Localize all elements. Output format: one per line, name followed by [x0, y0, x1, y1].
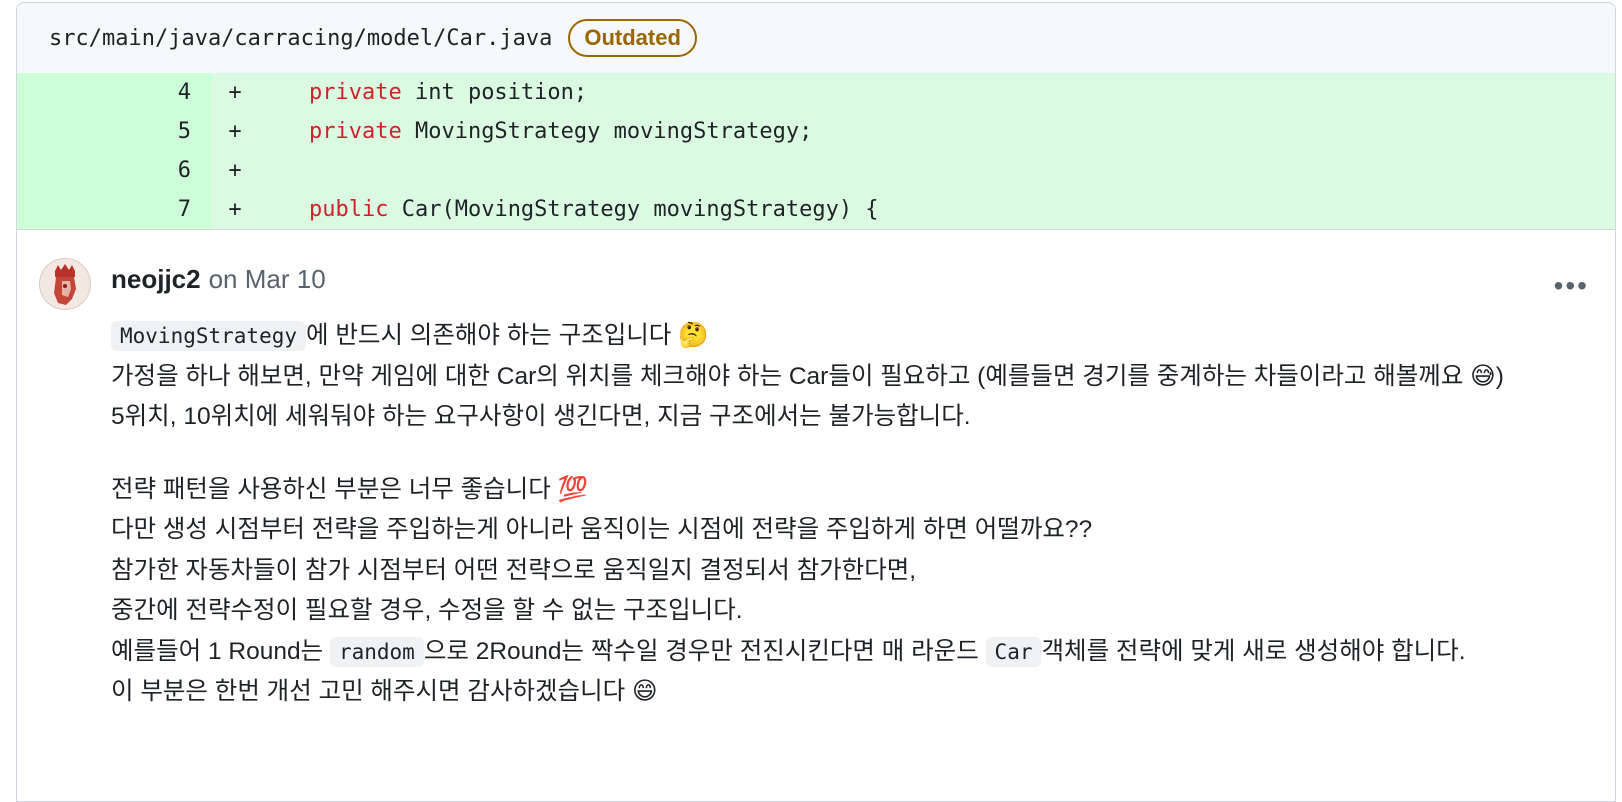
line-number[interactable]: 4: [17, 73, 211, 112]
diff-line: 5 + private MovingStrategy movingStrateg…: [17, 112, 1615, 151]
comment-paragraph: 중간에 전략수정이 필요할 경우, 수정을 할 수 없는 구조입니다.: [111, 597, 743, 624]
comment-paragraph: 참가한 자동차들이 참가 시점부터 어떤 전략으로 움직일지 결정되서 참가한다…: [111, 556, 917, 584]
avatar-image: [40, 259, 90, 309]
diff-sign: +: [228, 197, 242, 222]
code-line: public Car(MovingStrategy movingStrategy…: [259, 197, 879, 222]
comment-paragraph: MovingStrategy 에 반드시 의존해야 하는 구조입니다 🤔: [111, 316, 1521, 357]
line-number[interactable]: 6: [17, 151, 211, 190]
inline-code: MovingStrategy: [111, 321, 307, 351]
comment-text: 객체를 전략에 맞게 새로 생성해야 합니다.: [1041, 637, 1466, 665]
diff-line: 4 + private int position;: [17, 73, 1615, 112]
avatar[interactable]: [39, 258, 91, 310]
diff-sign: +: [228, 80, 242, 105]
inline-code: Car: [985, 636, 1042, 667]
comment-header: neojjc2 on Mar 10: [111, 264, 326, 295]
review-comment-card: src/main/java/carracing/model/Car.java O…: [16, 2, 1616, 802]
code-line: private MovingStrategy movingStrategy;: [259, 119, 812, 144]
diff-line: 7 + public Car(MovingStrategy movingStra…: [17, 190, 1615, 229]
more-options-icon[interactable]: •••: [1554, 270, 1589, 302]
comment-text: 예를들어 1 Round는: [111, 637, 330, 665]
file-header: src/main/java/carracing/model/Car.java O…: [17, 3, 1615, 73]
line-number[interactable]: 7: [17, 190, 211, 229]
code-text: Car(MovingStrategy movingStrategy) {: [388, 197, 879, 222]
comment-paragraph: 예를들어 1 Round는 random 으로 2Round는 짝수일 경우만 전…: [111, 632, 1521, 673]
comment-body: MovingStrategy 에 반드시 의존해야 하는 구조입니다 🤔 가정을 …: [111, 316, 1521, 713]
code-line: private int position;: [259, 80, 587, 105]
inline-code: random: [329, 636, 424, 667]
comment-text: 에 반드시 의존해야 하는 구조입니다 🤔: [306, 322, 709, 349]
comment-text: 으로 2Round는 짝수일 경우만 전진시킨다면 매 라운드: [423, 637, 986, 665]
code-keyword: private: [309, 119, 402, 144]
diff-sign: +: [228, 158, 242, 183]
line-number[interactable]: 5: [17, 112, 211, 151]
file-path-link[interactable]: src/main/java/carracing/model/Car.java: [49, 26, 552, 51]
code-text: int position;: [401, 80, 588, 105]
author-link[interactable]: neojjc2: [111, 264, 201, 295]
comment-date[interactable]: on Mar 10: [209, 264, 326, 295]
code-keyword: private: [309, 80, 402, 105]
comment-paragraph: 가정을 하나 해보면, 만약 게임에 대한 Car의 위치를 체크해야 하는 C…: [111, 362, 1504, 431]
diff-hunk: 4 + private int position; 5 + private Mo…: [17, 73, 1615, 230]
diff-sign: +: [228, 119, 242, 144]
outdated-badge: Outdated: [568, 19, 697, 57]
diff-line: 6 +: [17, 151, 1615, 190]
code-text: MovingStrategy movingStrategy;: [401, 119, 813, 144]
comment-paragraph: 전략 패턴을 사용하신 부분은 너무 좋습니다 💯: [111, 475, 589, 503]
comment-paragraph: 이 부분은 한번 개선 고민 해주시면 감사하겠습니다 😄: [111, 678, 658, 705]
code-keyword: public: [309, 197, 389, 222]
comment-paragraph: 다만 생성 시점부터 전략을 주입하는게 아니라 움직이는 시점에 전략을 주입…: [111, 516, 1093, 543]
